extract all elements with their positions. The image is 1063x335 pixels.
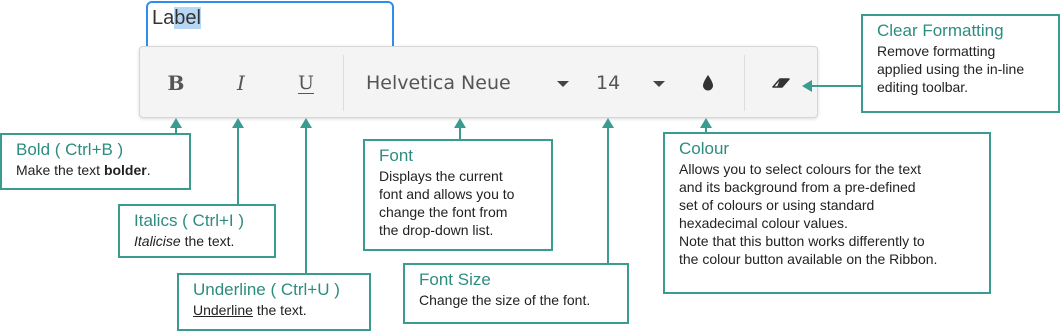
eraser-icon — [772, 78, 790, 88]
callout-title: Underline ( Ctrl+U ) — [193, 280, 340, 299]
italics-connector — [237, 128, 239, 206]
font-size-connector — [607, 128, 609, 263]
font-callout: Font Displays the current font and allow… — [363, 139, 553, 251]
underline-arrow — [300, 118, 312, 128]
callout-line: Remove formatting — [877, 43, 996, 59]
font-dropdown-caret-icon[interactable] — [556, 69, 570, 97]
callout-description: Make the text bolder. — [16, 162, 151, 178]
callout-line: hexadecimal colour values. — [679, 215, 848, 231]
colour-button[interactable] — [700, 69, 716, 97]
colour-arrow — [700, 118, 712, 128]
callout-title: Colour — [679, 139, 730, 158]
font-size-dropdown[interactable]: 14 — [596, 69, 626, 97]
label-text-selected: bel — [174, 7, 201, 29]
font-size-caret-icon[interactable] — [652, 69, 666, 97]
callout-line: Note that this button works differently … — [679, 233, 925, 249]
bold-callout: Bold ( Ctrl+B ) Make the text bolder. — [0, 133, 191, 190]
callout-description: Change the size of the font. — [419, 292, 591, 308]
callout-title: Bold ( Ctrl+B ) — [16, 140, 124, 159]
toolbar-divider — [343, 55, 344, 111]
underline-callout: Underline ( Ctrl+U ) Underline the text. — [177, 273, 371, 331]
font-size-callout: Font Size Change the size of the font. — [403, 263, 629, 324]
italic-button[interactable]: I — [230, 69, 252, 97]
callout-description: Italicise the text. — [134, 233, 235, 249]
inline-editing-toolbar: B I U Helvetica Neue 14 — [139, 46, 818, 118]
callout-line: editing toolbar. — [877, 79, 969, 95]
callout-line: Displays the current — [379, 168, 503, 184]
label-text-unselected: La — [152, 7, 175, 29]
callout-line: applied using the in-line — [877, 61, 1025, 77]
drop-icon — [703, 75, 713, 91]
font-dropdown[interactable]: Helvetica Neue — [366, 69, 576, 97]
italics-callout: Italics ( Ctrl+I ) Italicise the text. — [118, 204, 276, 258]
callout-line: change the font from — [379, 204, 508, 220]
callout-description: Underline the text. — [193, 302, 307, 318]
underline-connector — [305, 128, 307, 273]
underline-button[interactable]: U — [294, 69, 318, 97]
callout-line: and its background from a pre-defined — [679, 179, 916, 195]
callout-line: the colour button available on the Ribbo… — [679, 251, 938, 267]
colour-callout: Colour Allows you to select colours for … — [663, 132, 991, 294]
callout-line: Allows you to select colours for the tex… — [679, 161, 921, 177]
callout-line: set of colours or using standard — [679, 197, 875, 213]
font-size-arrow — [602, 118, 614, 128]
callout-title: Clear Formatting — [877, 21, 1004, 40]
callout-line: font and allows you to — [379, 186, 515, 202]
toolbar-divider — [744, 55, 745, 111]
callout-title: Font Size — [419, 270, 491, 289]
clear-formatting-callout: Clear Formatting Remove formatting appli… — [861, 14, 1060, 113]
bold-arrow — [170, 118, 182, 128]
bold-button[interactable]: B — [165, 69, 187, 97]
callout-line: the drop-down list. — [379, 222, 494, 238]
font-arrow — [454, 118, 466, 128]
italics-arrow — [232, 118, 244, 128]
callout-title: Italics ( Ctrl+I ) — [134, 211, 245, 230]
label-input-text: Label — [152, 7, 201, 30]
callout-title: Font — [379, 146, 414, 165]
clear-arrow — [802, 80, 812, 92]
clear-formatting-button[interactable] — [770, 69, 792, 97]
clear-connector — [810, 85, 862, 87]
